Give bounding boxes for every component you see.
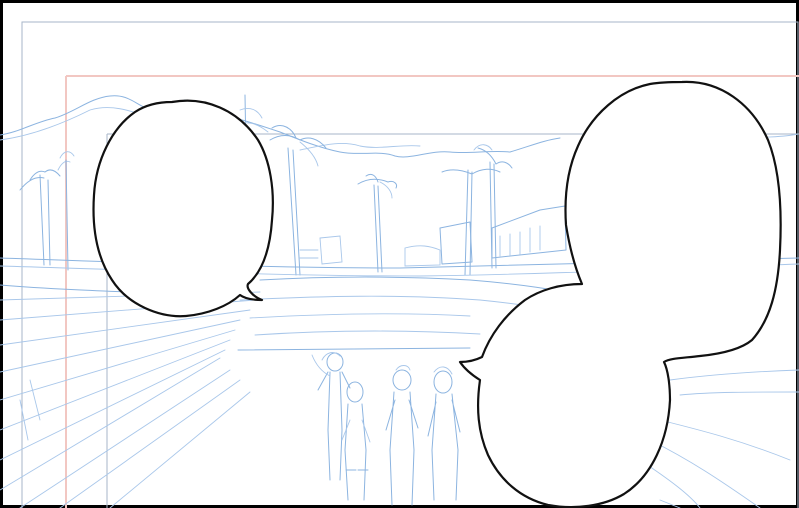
panel-sketch bbox=[0, 0, 799, 508]
manga-page-canvas[interactable] bbox=[0, 0, 799, 508]
speech-balloon-left[interactable] bbox=[92, 99, 274, 318]
